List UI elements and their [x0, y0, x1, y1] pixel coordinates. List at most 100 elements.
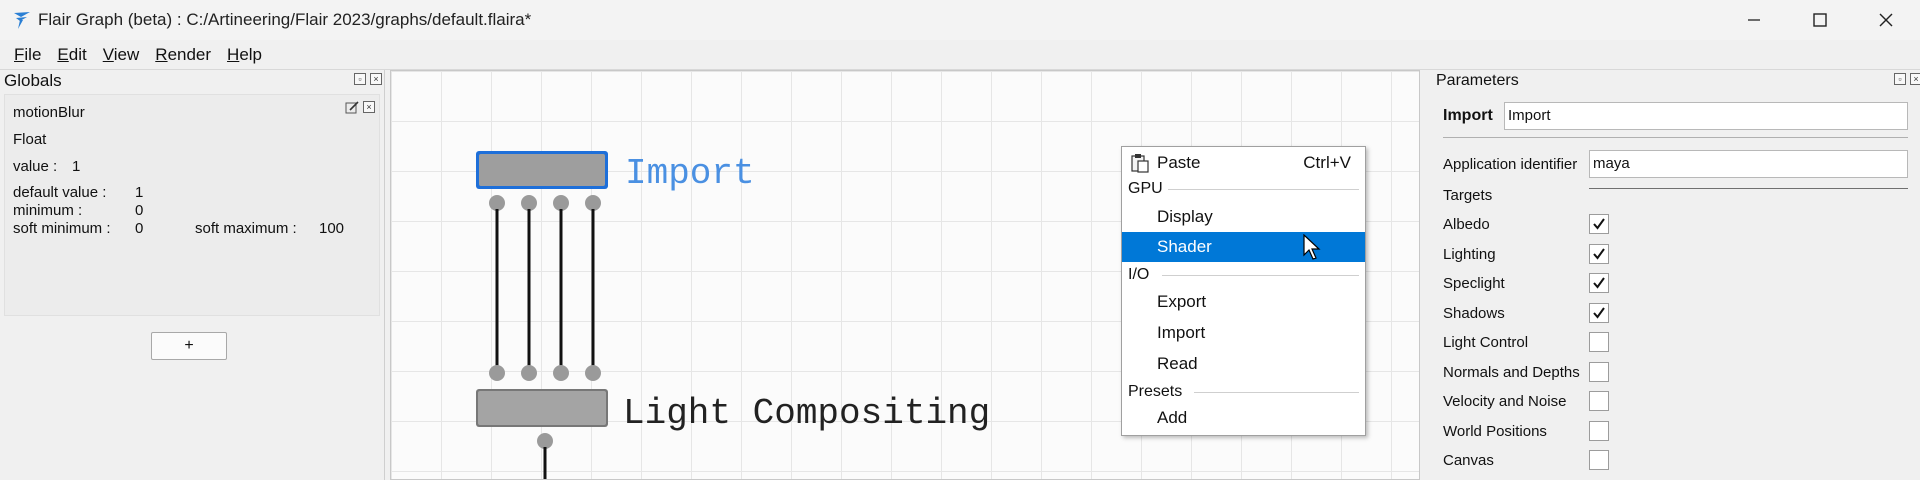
node-name-input[interactable]: Import: [1504, 102, 1908, 130]
menu-render-label: ender: [167, 44, 212, 64]
close-icon: [1879, 13, 1893, 27]
target-checkbox[interactable]: [1589, 391, 1609, 411]
soft-maximum-field[interactable]: 100: [319, 220, 344, 237]
target-label: Canvas: [1443, 452, 1494, 469]
float-panel-icon[interactable]: ▫: [354, 73, 366, 85]
light-compositing-node[interactable]: [476, 389, 608, 427]
menu-item-export[interactable]: Export: [1122, 287, 1365, 317]
paste-label: Paste: [1157, 153, 1201, 172]
check-icon: [1593, 277, 1605, 289]
menu-item-paste[interactable]: Paste Ctrl+V: [1122, 148, 1365, 178]
menu-bar: File Edit View Render Help: [0, 40, 1920, 70]
read-label: Read: [1157, 354, 1198, 373]
output-port[interactable]: [489, 195, 505, 211]
menu-view-label: iew: [113, 44, 140, 64]
close-panel-icon[interactable]: ×: [1910, 73, 1920, 85]
menu-item-display[interactable]: Display: [1122, 202, 1365, 232]
section-gpu: GPU: [1128, 180, 1163, 197]
import-output-ports: [489, 195, 601, 211]
target-label: Albedo: [1443, 216, 1490, 233]
default-value-field[interactable]: 1: [135, 184, 143, 201]
flair-logo-icon: [14, 12, 30, 29]
check-icon: [1593, 247, 1605, 260]
input-port[interactable]: [489, 365, 505, 381]
menu-view-mnemonic: V: [102, 44, 114, 64]
target-checkbox[interactable]: [1589, 332, 1609, 352]
maximize-button[interactable]: [1790, 0, 1850, 40]
input-port[interactable]: [521, 365, 537, 381]
import-node-label: Import: [625, 153, 755, 194]
float-panel-icon[interactable]: ▫: [1894, 73, 1906, 85]
add-label: Add: [1157, 408, 1188, 427]
variable-type: Float: [13, 131, 47, 148]
target-checkbox[interactable]: [1589, 302, 1609, 323]
menu-item-add[interactable]: Add: [1122, 403, 1365, 433]
context-menu: Paste Ctrl+V GPU Display Shader I/O Expo…: [1121, 146, 1366, 436]
menu-help-label: elp: [239, 44, 263, 64]
menu-edit-mnemonic: E: [57, 44, 69, 64]
divider: [1443, 137, 1908, 138]
target-label: Velocity and Noise: [1443, 393, 1567, 410]
input-port[interactable]: [553, 365, 569, 381]
section-separator: [1168, 189, 1359, 190]
parameters-panel-controls: ▫ ×: [1894, 73, 1920, 85]
target-checkbox[interactable]: [1589, 273, 1609, 293]
target-checkbox[interactable]: [1589, 214, 1609, 234]
paste-shortcut: Ctrl+V: [1303, 153, 1351, 172]
title-bar: Flair Graph (beta) : C:/Artineering/Flai…: [0, 0, 1920, 40]
output-port[interactable]: [537, 433, 553, 449]
default-value-label: default value :: [13, 184, 107, 201]
section-separator: [1194, 392, 1359, 393]
target-label: Light Control: [1443, 334, 1529, 351]
close-window-button[interactable]: [1856, 0, 1916, 40]
value-field[interactable]: 1: [72, 158, 80, 175]
connections: [495, 209, 595, 372]
global-variable-card: motionBlur × Float value : 1 default val…: [4, 94, 380, 316]
check-icon: [1593, 218, 1605, 230]
menu-help[interactable]: Help: [219, 40, 270, 70]
menu-render[interactable]: Render: [147, 40, 219, 70]
menu-item-import[interactable]: Import: [1122, 318, 1365, 348]
target-label: Lighting: [1443, 245, 1496, 263]
minimize-button[interactable]: [1724, 0, 1784, 40]
input-port[interactable]: [585, 365, 601, 381]
output-port[interactable]: [585, 195, 601, 211]
menu-help-mnemonic: H: [227, 44, 240, 64]
menu-view[interactable]: View: [95, 40, 148, 70]
soft-maximum-label: soft maximum :: [195, 220, 297, 237]
variable-card-controls: ×: [345, 101, 375, 115]
minimum-field[interactable]: 0: [135, 202, 143, 219]
app-id-input[interactable]: maya: [1589, 150, 1908, 178]
soft-minimum-label: soft minimum :: [13, 220, 111, 237]
add-global-button[interactable]: +: [151, 332, 227, 360]
output-port[interactable]: [521, 195, 537, 211]
target-checkbox[interactable]: [1589, 243, 1609, 264]
section-separator: [1162, 275, 1359, 276]
menu-file-mnemonic: F: [14, 44, 25, 64]
menu-item-shader[interactable]: Shader: [1122, 232, 1365, 262]
target-checkbox[interactable]: [1589, 420, 1609, 441]
close-panel-icon[interactable]: ×: [370, 73, 382, 85]
menu-file[interactable]: File: [6, 40, 49, 70]
menu-file-label: ile: [24, 44, 42, 64]
soft-minimum-field[interactable]: 0: [135, 220, 143, 237]
mouse-cursor-icon: [1303, 234, 1321, 260]
menu-edit[interactable]: Edit: [49, 40, 94, 70]
parameters-panel-title: Parameters: [1436, 72, 1519, 89]
output-port[interactable]: [553, 195, 569, 211]
targets-label: Targets: [1443, 187, 1493, 204]
shader-label: Shader: [1157, 237, 1212, 256]
light-compositing-input-ports: [489, 365, 601, 381]
section-presets: Presets: [1128, 383, 1183, 400]
import-node[interactable]: [476, 151, 608, 189]
check-icon: [1593, 306, 1605, 319]
target-checkbox[interactable]: [1589, 450, 1609, 470]
minimum-label: minimum :: [13, 202, 83, 219]
export-label: Export: [1157, 292, 1207, 311]
display-label: Display: [1157, 207, 1213, 226]
target-checkbox[interactable]: [1589, 361, 1609, 382]
delete-variable-icon[interactable]: ×: [363, 101, 375, 113]
menu-item-read[interactable]: Read: [1122, 349, 1365, 379]
edit-icon[interactable]: [345, 101, 359, 115]
target-label: World Positions: [1443, 422, 1547, 440]
